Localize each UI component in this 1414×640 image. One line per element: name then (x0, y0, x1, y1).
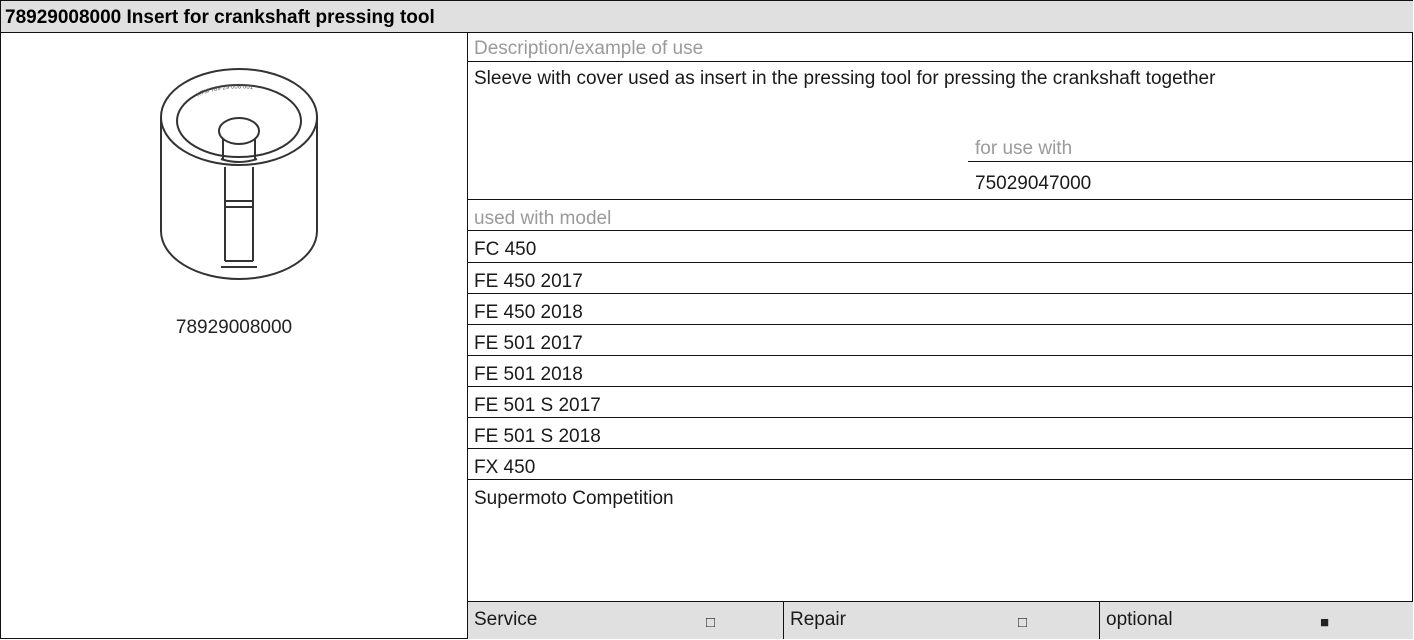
model-item: FE 450 2017 (474, 271, 583, 292)
image-caption: 78929008000 (175, 317, 293, 338)
title-bar: 78929008000 Insert for crankshaft pressi… (1, 1, 1413, 33)
divider (468, 61, 1413, 62)
divider (468, 199, 1413, 200)
divider (468, 448, 1413, 449)
model-item: FE 501 2017 (474, 333, 583, 354)
model-item: FE 450 2018 (474, 302, 583, 323)
repair-checkbox: □ (1018, 614, 1028, 631)
model-item: FX 450 (474, 457, 536, 478)
divider (468, 293, 1413, 294)
for-use-with-label: for use with (975, 138, 1073, 159)
divider (468, 324, 1413, 325)
column-divider (467, 32, 468, 639)
tool-title: 78929008000 Insert for crankshaft pressi… (5, 7, 435, 28)
footer-divider (783, 602, 784, 639)
optional-checkbox: ■ (1320, 614, 1330, 631)
service-checkbox: □ (706, 614, 716, 631)
model-item: Supermoto Competition (474, 488, 674, 509)
footer-divider (1099, 602, 1100, 639)
repair-label: Repair (790, 609, 846, 630)
divider (968, 161, 1413, 162)
divider (468, 417, 1413, 418)
divider (468, 355, 1413, 356)
sleeve-insert-icon: KTM 789 29 008 001 (160, 68, 318, 280)
model-item: FE 501 S 2017 (474, 395, 601, 416)
divider (468, 262, 1413, 263)
used-with-model-label: used with model (474, 208, 612, 229)
optional-label: optional (1106, 609, 1173, 630)
divider (468, 230, 1413, 231)
tool-card: 78929008000 Insert for crankshaft pressi… (0, 0, 1413, 639)
model-item: FE 501 2018 (474, 364, 583, 385)
service-label: Service (474, 609, 538, 630)
model-item: FE 501 S 2018 (474, 426, 601, 447)
usage-footer: Service □ Repair □ optional ■ (468, 602, 1413, 639)
for-use-with-value: 75029047000 (975, 173, 1092, 194)
model-item: FC 450 (474, 239, 537, 260)
description-text: Sleeve with cover used as insert in the … (474, 68, 1216, 89)
divider (468, 386, 1413, 387)
divider (468, 479, 1413, 480)
description-heading: Description/example of use (474, 38, 704, 59)
